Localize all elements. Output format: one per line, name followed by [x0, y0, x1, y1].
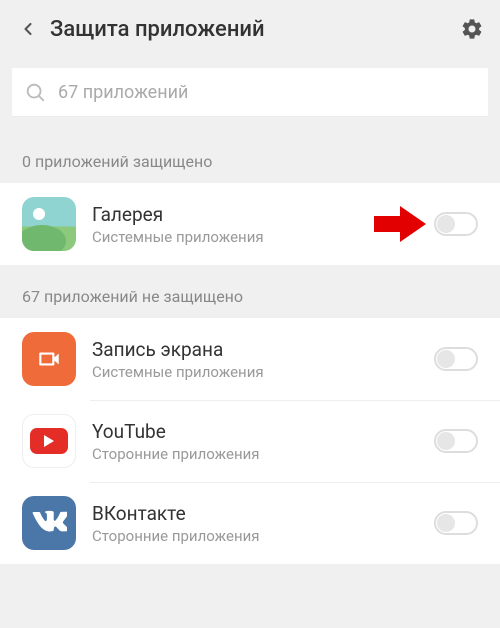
app-text: Запись экрана Системные приложения [92, 338, 434, 381]
toggle-gallery[interactable] [434, 212, 478, 236]
app-icon-gallery [22, 197, 76, 251]
toggle-vk[interactable] [434, 511, 478, 535]
app-name: Запись экрана [92, 338, 434, 361]
app-subtitle: Системные приложения [92, 363, 434, 381]
app-text: ВКонтакте Сторонние приложения [92, 502, 434, 545]
search-icon [24, 81, 46, 103]
app-icon-recorder [22, 332, 76, 386]
app-row-gallery[interactable]: Галерея Системные приложения [0, 183, 500, 265]
page-title: Защита приложений [50, 17, 458, 42]
app-subtitle: Сторонние приложения [92, 445, 434, 463]
unprotected-list: Запись экрана Системные приложения YouTu… [0, 318, 500, 564]
app-icon-vk [22, 496, 76, 550]
gear-icon[interactable] [458, 17, 486, 41]
annotation-arrow [374, 206, 428, 242]
app-icon-youtube [22, 414, 76, 468]
app-text: YouTube Сторонние приложения [92, 420, 434, 463]
search-input[interactable]: 67 приложений [12, 68, 488, 116]
toggle-youtube[interactable] [434, 429, 478, 453]
app-row-vk[interactable]: ВКонтакте Сторонние приложения [0, 482, 500, 564]
search-placeholder: 67 приложений [58, 82, 188, 103]
app-name: ВКонтакте [92, 502, 434, 525]
app-row-recorder[interactable]: Запись экрана Системные приложения [0, 318, 500, 400]
section-header-unprotected: 67 приложений не защищено [0, 265, 500, 318]
back-icon[interactable] [14, 19, 42, 39]
header: Защита приложений [0, 0, 500, 58]
app-row-youtube[interactable]: YouTube Сторонние приложения [0, 400, 500, 482]
protected-list: Галерея Системные приложения [0, 183, 500, 265]
toggle-recorder[interactable] [434, 347, 478, 371]
app-subtitle: Сторонние приложения [92, 527, 434, 545]
section-header-protected: 0 приложений защищено [0, 130, 500, 183]
app-name: YouTube [92, 420, 434, 443]
